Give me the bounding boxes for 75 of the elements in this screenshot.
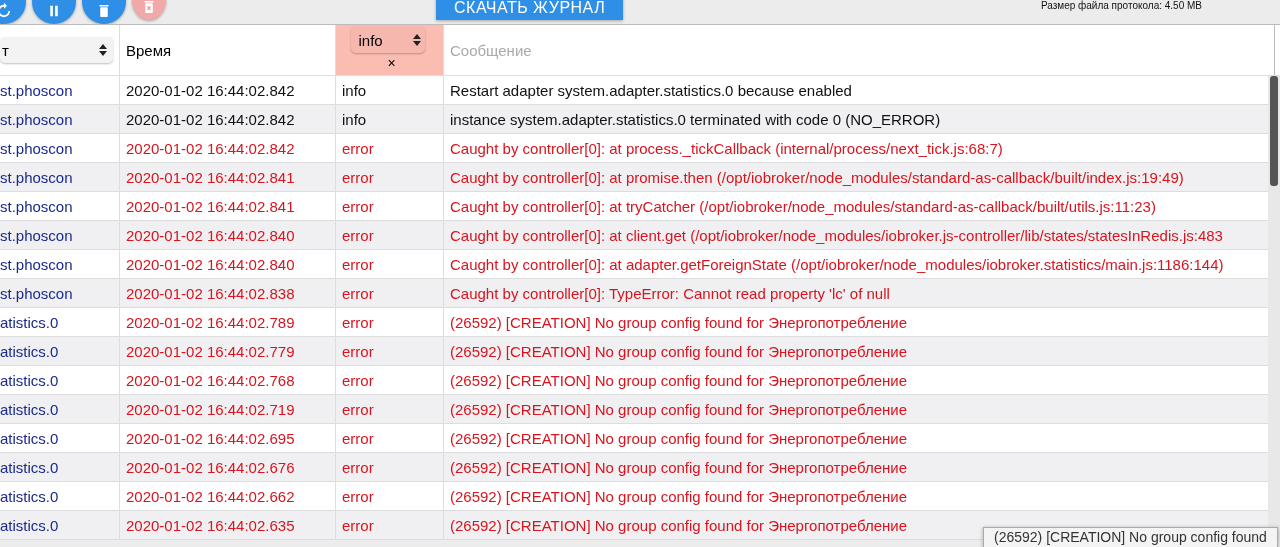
time-cell: 2020-01-02 16:44:02.841 <box>120 163 336 191</box>
level-cell: info <box>336 76 444 104</box>
time-cell: 2020-01-02 16:44:02.842 <box>120 134 336 162</box>
time-cell: 2020-01-02 16:44:02.695 <box>120 424 336 452</box>
level-cell: error <box>336 424 444 452</box>
source-cell: st.phoscon <box>0 192 120 220</box>
message-cell: Caught by controller[0]: at process._tickCallback (internal/process/next_tick.js:68:7) <box>450 139 1003 157</box>
time-cell: 2020-01-02 16:44:02.676 <box>120 453 336 481</box>
level-cell: error <box>336 279 444 307</box>
level-cell: info <box>336 105 444 133</box>
message-cell: (26592) [CREATION] No group config found for Энергопотребление <box>450 458 907 476</box>
message-cell: (26592) [CREATION] No group config found for Энергопотребление <box>450 342 907 360</box>
source-select[interactable]: т <box>0 37 113 63</box>
source-cell: atistics.0 <box>0 395 120 423</box>
level-cell: error <box>336 366 444 394</box>
source-cell: atistics.0 <box>0 511 120 539</box>
message-cell: Caught by controller[0]: at adapter.getForeignState (/opt/iobroker/node_modules/iobroker.statistics/main.js:1186:144) <box>450 255 1224 273</box>
source-cell: atistics.0 <box>0 482 120 510</box>
message-cell: Caught by controller[0]: at client.get (/opt/iobroker/node_modules/iobroker.js-controller/lib/states/statesInRedis.js:483 <box>450 226 1223 244</box>
level-cell: error <box>336 221 444 249</box>
source-cell: st.phoscon <box>0 221 120 249</box>
level-select[interactable]: info <box>350 27 425 53</box>
source-cell: st.phoscon <box>0 250 120 278</box>
time-cell: 2020-01-02 16:44:02.768 <box>120 366 336 394</box>
source-cell: st.phoscon <box>0 76 120 104</box>
source-cell: atistics.0 <box>0 424 120 452</box>
time-cell: 2020-01-02 16:44:02.842 <box>120 76 336 104</box>
time-cell: 2020-01-02 16:44:02.719 <box>120 395 336 423</box>
message-filter-field[interactable]: Сообщение <box>444 25 1274 75</box>
file-size-text: Размер файла протокола: 4.50 MB <box>1040 0 1202 11</box>
time-cell: 2020-01-02 16:44:02.840 <box>120 250 336 278</box>
scrollbar-thumb[interactable] <box>1270 76 1278 186</box>
time-cell: 2020-01-02 16:44:02.841 <box>120 192 336 220</box>
level-cell: error <box>336 250 444 278</box>
source-cell: st.phoscon <box>0 134 120 162</box>
message-cell: Restart adapter system.adapter.statistics.0 because enabled <box>450 81 852 99</box>
level-cell: error <box>336 134 444 162</box>
time-cell: 2020-01-02 16:44:02.662 <box>120 482 336 510</box>
message-cell: (26592) [CREATION] No group config found for Энергопотребление <box>450 516 907 534</box>
message-cell: Caught by controller[0]: TypeError: Cannot read property 'lc' of null <box>450 284 890 302</box>
level-cell: error <box>336 453 444 481</box>
up-down-icon <box>99 44 107 56</box>
source-cell: atistics.0 <box>0 453 120 481</box>
level-cell: error <box>336 395 444 423</box>
level-cell: error <box>336 511 444 539</box>
refresh-icon <box>0 2 13 20</box>
source-cell: st.phoscon <box>0 105 120 133</box>
message-cell: (26592) [CREATION] No group config found for Энергопотребление <box>450 313 907 331</box>
column-header: Время <box>126 41 172 59</box>
source-cell: st.phoscon <box>0 279 120 307</box>
message-cell: Caught by controller[0]: at tryCatcher (/opt/iobroker/node_modules/standard-as-callback/built/utils.js:11:23) <box>450 197 1156 215</box>
time-cell: 2020-01-02 16:44:02.789 <box>120 308 336 336</box>
level-cell: error <box>336 163 444 191</box>
time-cell: 2020-01-02 16:44:02.838 <box>120 279 336 307</box>
message-cell: Caught by controller[0]: at promise.then (/opt/iobroker/node_modules/standard-as-callback/built/index.js:19:49) <box>450 168 1184 186</box>
source-cell: st.phoscon <box>0 163 120 191</box>
message-cell: (26592) [CREATION] No group config found for Энергопотребление <box>450 487 907 505</box>
message-cell: (26592) [CREATION] No group config found for Энергопотребление <box>450 371 907 389</box>
clear-filter-button[interactable]: × <box>387 55 396 71</box>
time-cell: 2020-01-02 16:44:02.635 <box>120 511 336 539</box>
up-down-icon <box>412 34 421 46</box>
level-cell: error <box>336 337 444 365</box>
message-cell: instance system.adapter.statistics.0 terminated with code 0 (NO_ERROR) <box>450 110 941 128</box>
time-cell: 2020-01-02 16:44:02.840 <box>120 221 336 249</box>
source-cell: atistics.0 <box>0 337 120 365</box>
time-cell: 2020-01-02 16:44:02.779 <box>120 337 336 365</box>
source-cell: atistics.0 <box>0 366 120 394</box>
level-cell: error <box>336 192 444 220</box>
message-cell: (26592) [CREATION] No group config found for Энергопотребление <box>450 429 907 447</box>
source-cell: atistics.0 <box>0 308 120 336</box>
time-cell: 2020-01-02 16:44:02.842 <box>120 105 336 133</box>
level-cell: error <box>336 308 444 336</box>
level-cell: error <box>336 482 444 510</box>
tooltip: (26592) [CREATION] No group config found <box>983 527 1278 547</box>
message-cell: (26592) [CREATION] No group config found for Энергопотребление <box>450 400 907 418</box>
